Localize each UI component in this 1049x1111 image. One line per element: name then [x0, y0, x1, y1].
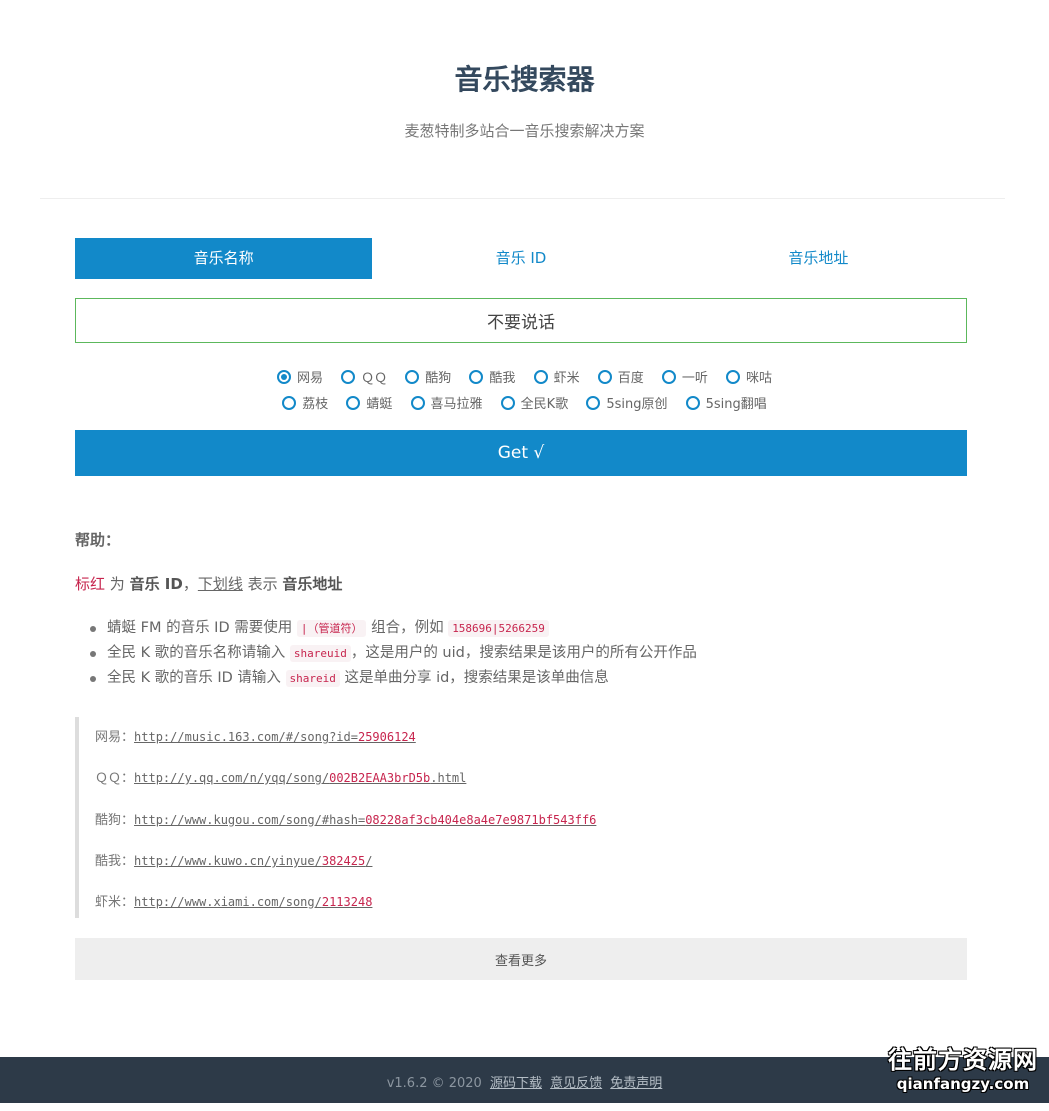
page-title: 音乐搜索器 — [454, 63, 595, 96]
footer-version: v1.6.2 © 2020 — [386, 1076, 482, 1091]
radio-unchecked-icon — [410, 395, 425, 410]
code-snippet: shareid — [285, 670, 340, 687]
radio-lizhi[interactable]: 荔枝 — [282, 393, 328, 412]
radio-unchecked-icon — [533, 369, 548, 384]
example-urls-block: 网易：http://music.163.com/#/song?id=259061… — [75, 717, 967, 918]
example-row-netease: 网易：http://music.163.com/#/song?id=259061… — [95, 730, 416, 745]
tab-music-name[interactable]: 音乐名称 — [75, 238, 373, 279]
example-row-kuwo: 酷我：http://www.kuwo.cn/yinyue/382425/ — [95, 854, 373, 869]
radio-unchecked-icon — [341, 369, 356, 384]
get-button[interactable]: Get √ — [75, 430, 967, 476]
example-link-qq[interactable]: http://y.qq.com/n/yqq/song/002B2EAA3brD5… — [134, 771, 466, 785]
footer-link-feedback[interactable]: 意见反馈 — [550, 1076, 602, 1091]
tab-music-url[interactable]: 音乐地址 — [670, 238, 967, 279]
radio-baidu[interactable]: 百度 — [597, 367, 644, 386]
page-subtitle: 麦葱特制多站合一音乐搜索解决方案 — [404, 122, 645, 140]
radio-unchecked-icon — [500, 395, 515, 410]
radio-unchecked-icon — [661, 369, 676, 384]
radio-5sing-cover[interactable]: 5sing翻唱 — [685, 393, 767, 412]
header-divider — [40, 198, 1005, 199]
radio-kuwo[interactable]: 酷我 — [469, 367, 515, 386]
radio-kugou[interactable]: 酷狗 — [405, 367, 451, 386]
footer-link-disclaimer[interactable]: 免责声明 — [610, 1076, 662, 1091]
radio-xiami[interactable]: 虾米 — [533, 367, 580, 386]
radio-unchecked-icon — [346, 395, 361, 410]
radio-netease[interactable]: 网易 — [276, 367, 323, 386]
footer-link-source-download[interactable]: 源码下载 — [490, 1076, 542, 1091]
radio-kge[interactable]: 全民K歌 — [500, 393, 568, 412]
radio-migu[interactable]: 咪咕 — [726, 367, 772, 386]
radio-unchecked-icon — [469, 369, 484, 384]
tab-music-id[interactable]: 音乐 ID — [372, 238, 669, 279]
example-row-qq: ＱＱ：http://y.qq.com/n/yqq/song/002B2EAA3b… — [95, 771, 467, 786]
search-input[interactable] — [75, 298, 967, 343]
list-item: 全民 K 歌的音乐名称请输入 shareuid ，这是用户的 uid，搜索结果是该… — [90, 642, 697, 667]
radio-qingting[interactable]: 蜻蜓 — [346, 393, 392, 412]
code-snippet: |（管道符） — [296, 620, 367, 637]
radio-ximalaya[interactable]: 喜马拉雅 — [410, 393, 483, 412]
code-snippet: shareuid — [289, 645, 351, 662]
view-more-button[interactable]: 查看更多 — [75, 938, 967, 980]
radio-unchecked-icon — [685, 395, 700, 410]
radio-5sing-original[interactable]: 5sing原创 — [586, 393, 668, 412]
radio-qq[interactable]: ＱＱ — [341, 367, 387, 386]
example-link-kuwo[interactable]: http://www.kuwo.cn/yinyue/382425/ — [134, 854, 372, 868]
radio-unchecked-icon — [586, 395, 601, 410]
source-radio-row-1: 网易 ＱＱ 酷狗 酷我 虾米 百度 一听 咪咕 — [0, 367, 1049, 388]
list-item: 全民 K 歌的音乐 ID 请输入 shareid 这是单曲分享 id，搜索结果是… — [90, 667, 697, 692]
radio-unchecked-icon — [405, 369, 420, 384]
example-row-xiami: 虾米：http://www.xiami.com/song/2113248 — [95, 895, 373, 910]
code-snippet: 158696|5266259 — [448, 620, 549, 637]
radio-unchecked-icon — [282, 395, 297, 410]
example-link-xiami[interactable]: http://www.xiami.com/song/2113248 — [134, 895, 372, 909]
example-row-kugou: 酷狗：http://www.kugou.com/song/#hash=08228… — [95, 813, 597, 828]
radio-unchecked-icon — [726, 369, 741, 384]
radio-yiting[interactable]: 一听 — [661, 367, 708, 386]
source-radio-row-2: 荔枝 蜻蜓 喜马拉雅 全民K歌 5sing原创 5sing翻唱 — [0, 393, 1049, 414]
help-legend: 标红 为 音乐 ID，下划线 表示 音乐地址 — [75, 575, 343, 593]
search-type-tabs: 音乐名称 音乐 ID 音乐地址 — [75, 238, 967, 279]
watermark: 往前方资源网 qianfangzy.com — [888, 1046, 1038, 1093]
example-link-kugou[interactable]: http://www.kugou.com/song/#hash=08228af3… — [134, 813, 596, 827]
list-item: 蜻蜓 FM 的音乐 ID 需要使用 |（管道符） 组合，例如 158696|52… — [90, 617, 697, 642]
help-title: 帮助： — [75, 531, 121, 549]
radio-unchecked-icon — [597, 369, 612, 384]
example-link-netease[interactable]: http://music.163.com/#/song?id=25906124 — [134, 730, 416, 744]
help-tips-list: 蜻蜓 FM 的音乐 ID 需要使用 |（管道符） 组合，例如 158696|52… — [90, 617, 697, 692]
radio-checked-icon — [276, 369, 291, 384]
